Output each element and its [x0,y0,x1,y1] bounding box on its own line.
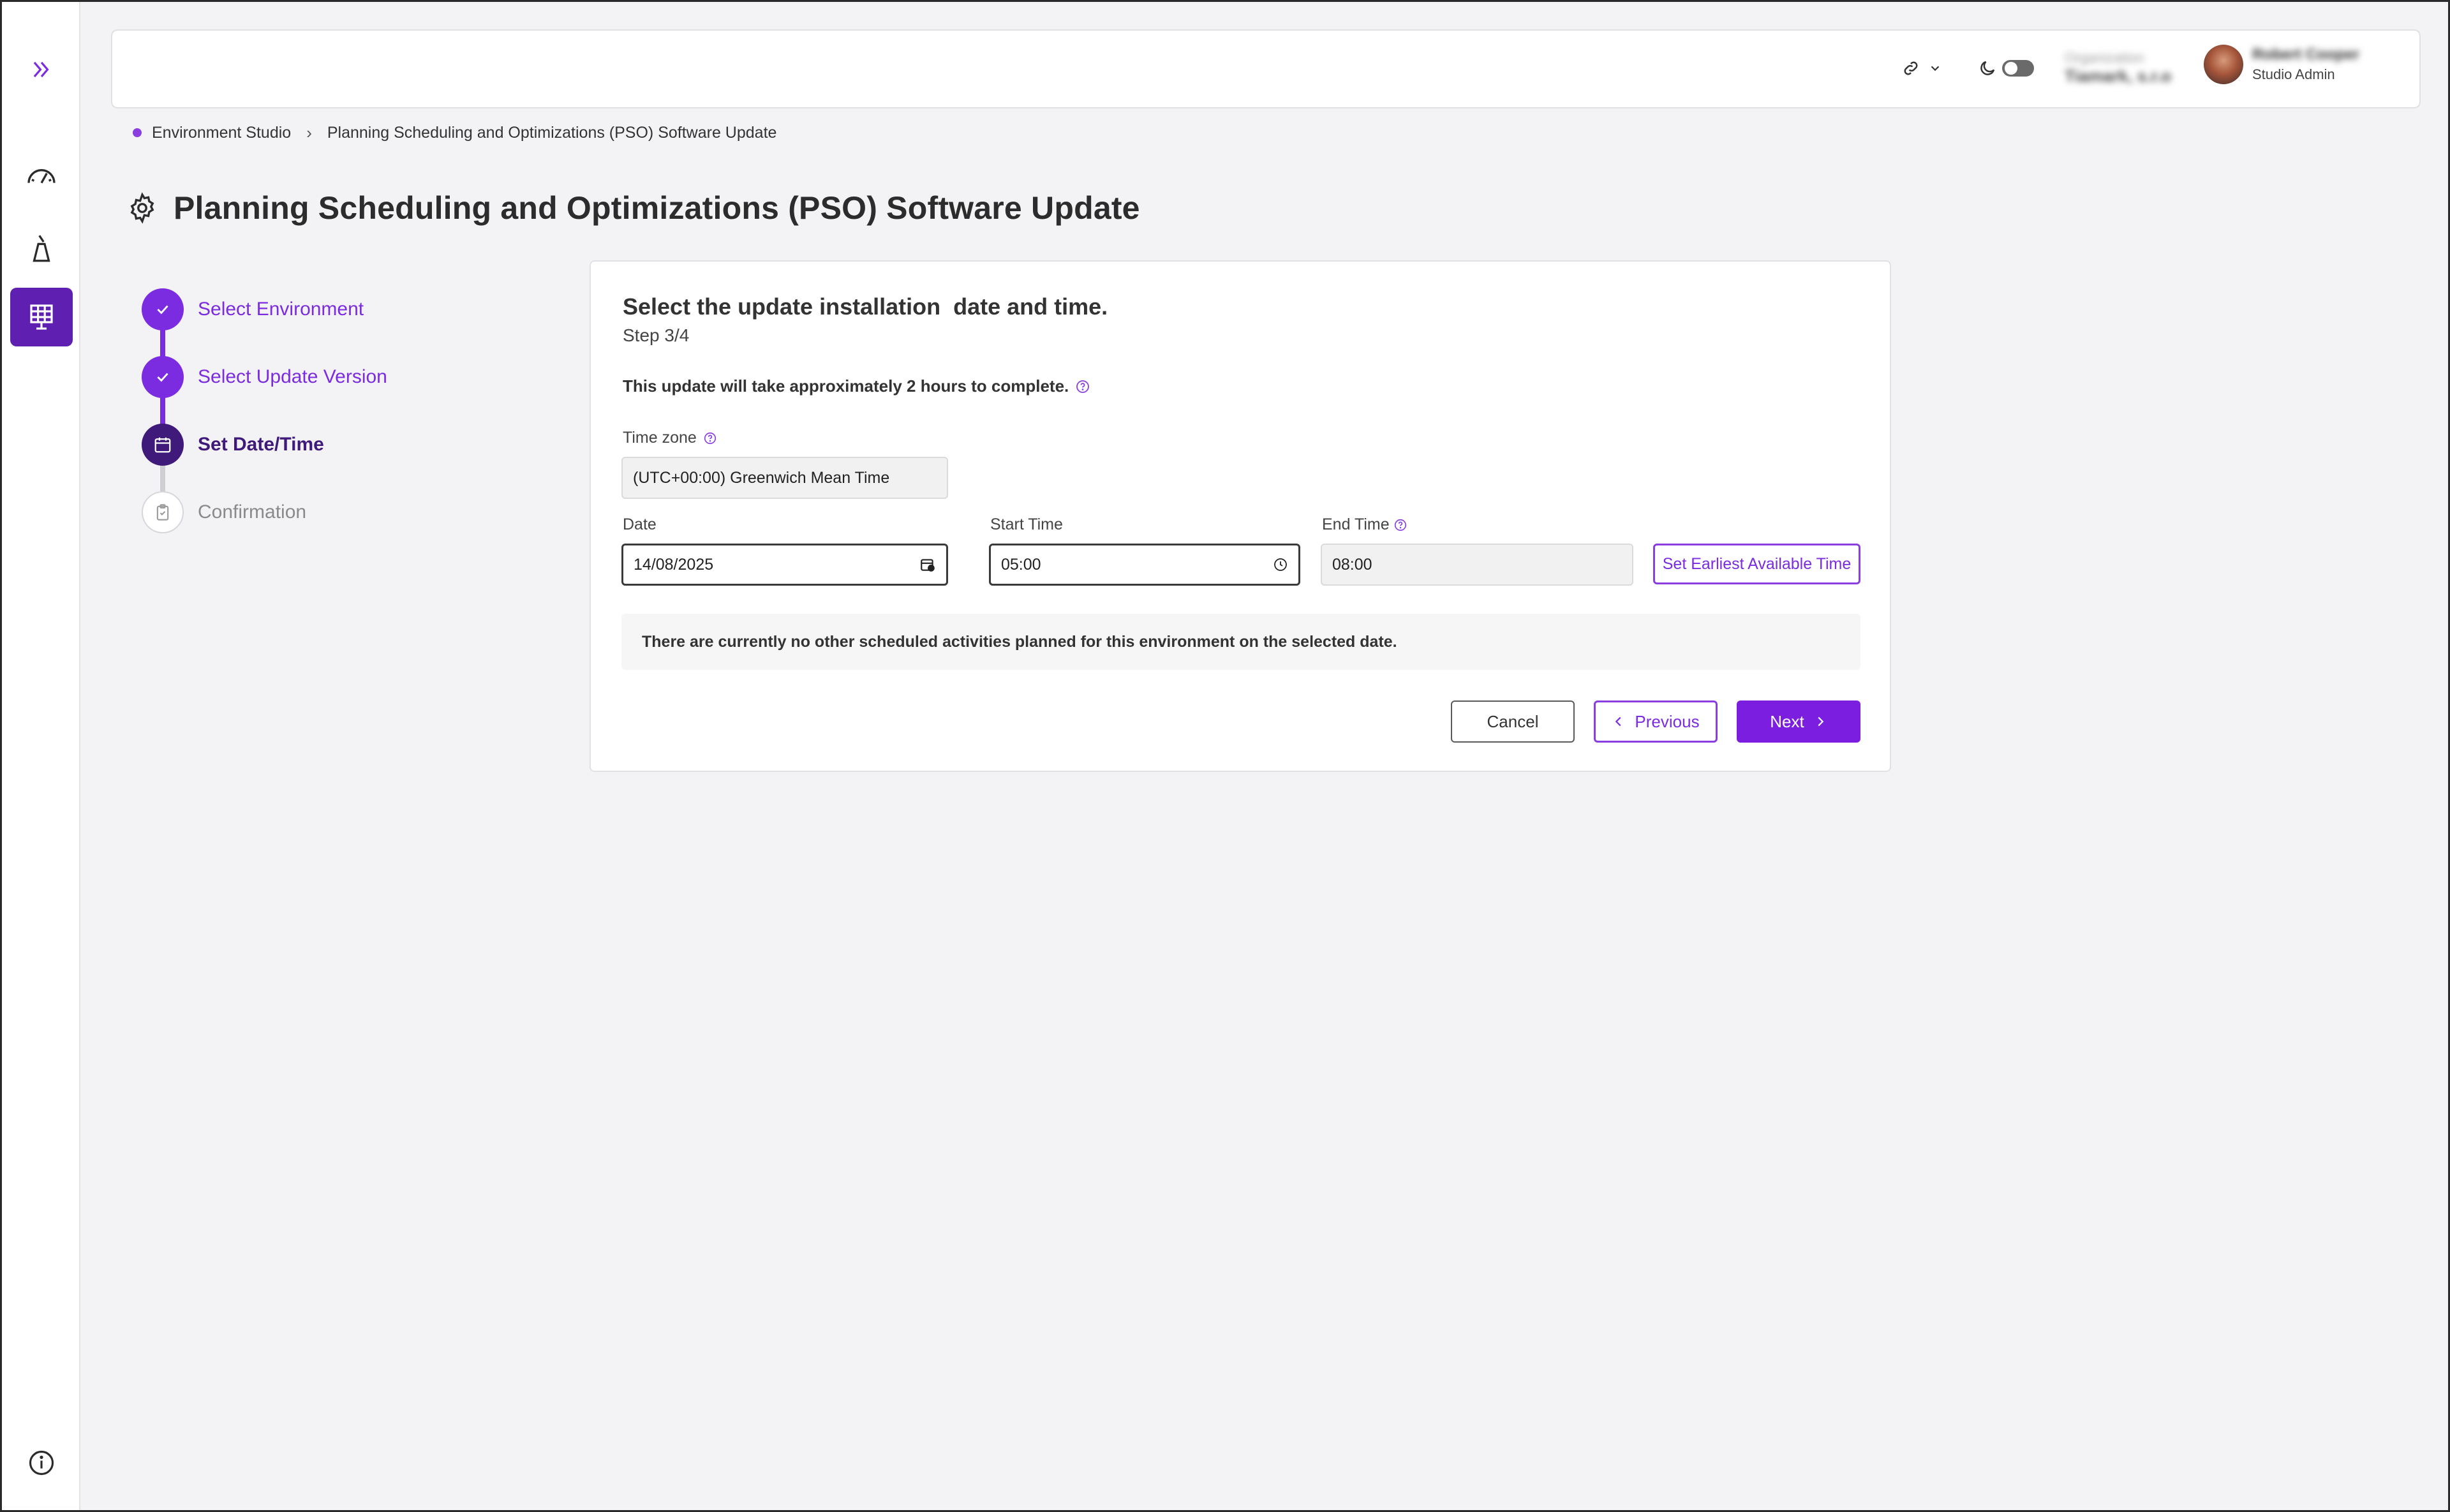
date-label-text: Date [623,515,657,533]
calendar-picker-icon[interactable] [919,556,936,573]
top-header: Organization Tiamark, s.r.o Robert Coope… [111,29,2421,108]
moon-icon [1980,61,1995,75]
user-name: Robert Cooper [2252,46,2359,63]
breadcrumb-dot [133,128,142,137]
start-time-label: Start Time [990,515,1063,534]
chevron-down-icon [1931,66,1940,71]
schedule-info-message: There are currently no other scheduled a… [621,614,1860,670]
breadcrumb-separator-icon: › [306,122,312,142]
help-icon[interactable] [703,431,717,445]
step-label: Confirmation [198,501,307,523]
help-icon[interactable] [1393,518,1407,532]
timezone-value: (UTC+00:00) Greenwich Mean Time [633,468,890,487]
check-icon [142,356,184,398]
timezone-label: Time zone [623,429,717,447]
user-role: Studio Admin [2252,66,2335,82]
step-label: Select Environment [198,299,364,320]
set-earliest-time-button[interactable]: Set Earliest Available Time [1653,544,1860,584]
step-label: Select Update Version [198,366,387,387]
dashboard-gauge-icon[interactable] [10,146,73,205]
step-select-environment[interactable]: Select Environment [142,288,364,330]
building-grid-icon[interactable] [10,288,73,346]
cancel-label: Cancel [1487,711,1539,731]
step-label: Set Date/Time [198,434,324,455]
calendar-icon [142,424,184,466]
page-header: Planning Scheduling and Optimizations (P… [126,185,1140,231]
end-time-field: 08:00 [1321,544,1633,586]
previous-button[interactable]: Previous [1594,700,1718,743]
schedule-form-card: Select the update installation date and … [590,260,1891,772]
link-menu[interactable] [1901,59,1942,78]
organization-selector[interactable]: Organization Tiamark, s.r.o [2065,50,2171,86]
check-icon [142,288,184,330]
sidebar [2,2,80,1510]
next-label: Next [1770,711,1804,731]
timezone-label-text: Time zone [623,429,697,447]
duration-note: This update will take approximately 2 ho… [623,376,1090,396]
date-label: Date [623,515,657,534]
theme-toggle[interactable] [1978,59,2034,78]
cancel-button[interactable]: Cancel [1451,700,1575,743]
flask-icon[interactable] [10,219,73,278]
form-step: Step 3/4 [623,325,690,345]
user-menu[interactable]: Robert Cooper Studio Admin [2204,45,2359,84]
page-title: Planning Scheduling and Optimizations (P… [174,190,1140,226]
info-icon[interactable] [10,1434,73,1492]
previous-label: Previous [1635,711,1700,731]
avatar [2204,45,2243,84]
link-icon [1904,61,1918,75]
help-icon[interactable] [1075,379,1090,394]
breadcrumb-item-environment-studio[interactable]: Environment Studio [152,124,291,142]
schedule-info-text: There are currently no other scheduled a… [642,632,1397,651]
org-value: Tiamark, s.r.o [2065,66,2172,85]
start-time-field[interactable]: 05:00 [989,544,1300,586]
date-field[interactable]: 14/08/2025 [621,544,948,586]
chevron-right-icon [1818,716,1823,727]
end-time-label: End Time [1322,515,1407,534]
gear-icon [130,192,154,224]
clock-icon[interactable] [1273,557,1288,572]
org-label: Organization [2065,50,2144,66]
clipboard-check-icon [142,491,184,533]
timezone-field[interactable]: (UTC+00:00) Greenwich Mean Time [621,457,948,499]
expand-chevrons-icon[interactable] [10,40,73,99]
end-time-label-text: End Time [1322,515,1390,533]
next-button[interactable]: Next [1737,700,1860,743]
breadcrumb: Environment Studio › Planning Scheduling… [133,121,776,144]
breadcrumb-item-current: Planning Scheduling and Optimizations (P… [327,123,777,142]
toggle-switch[interactable] [2002,60,2034,77]
start-time-value: 05:00 [1001,555,1041,574]
step-confirmation[interactable]: Confirmation [142,491,306,533]
duration-note-text: This update will take approximately 2 ho… [623,376,1069,396]
date-value: 14/08/2025 [634,555,714,574]
form-title: Select the update installation date and … [623,293,1108,320]
start-time-label-text: Start Time [990,515,1063,533]
step-set-date-time[interactable]: Set Date/Time [142,424,324,466]
end-time-value: 08:00 [1332,555,1372,574]
chevron-left-icon [1615,716,1621,727]
step-select-update-version[interactable]: Select Update Version [142,356,387,398]
